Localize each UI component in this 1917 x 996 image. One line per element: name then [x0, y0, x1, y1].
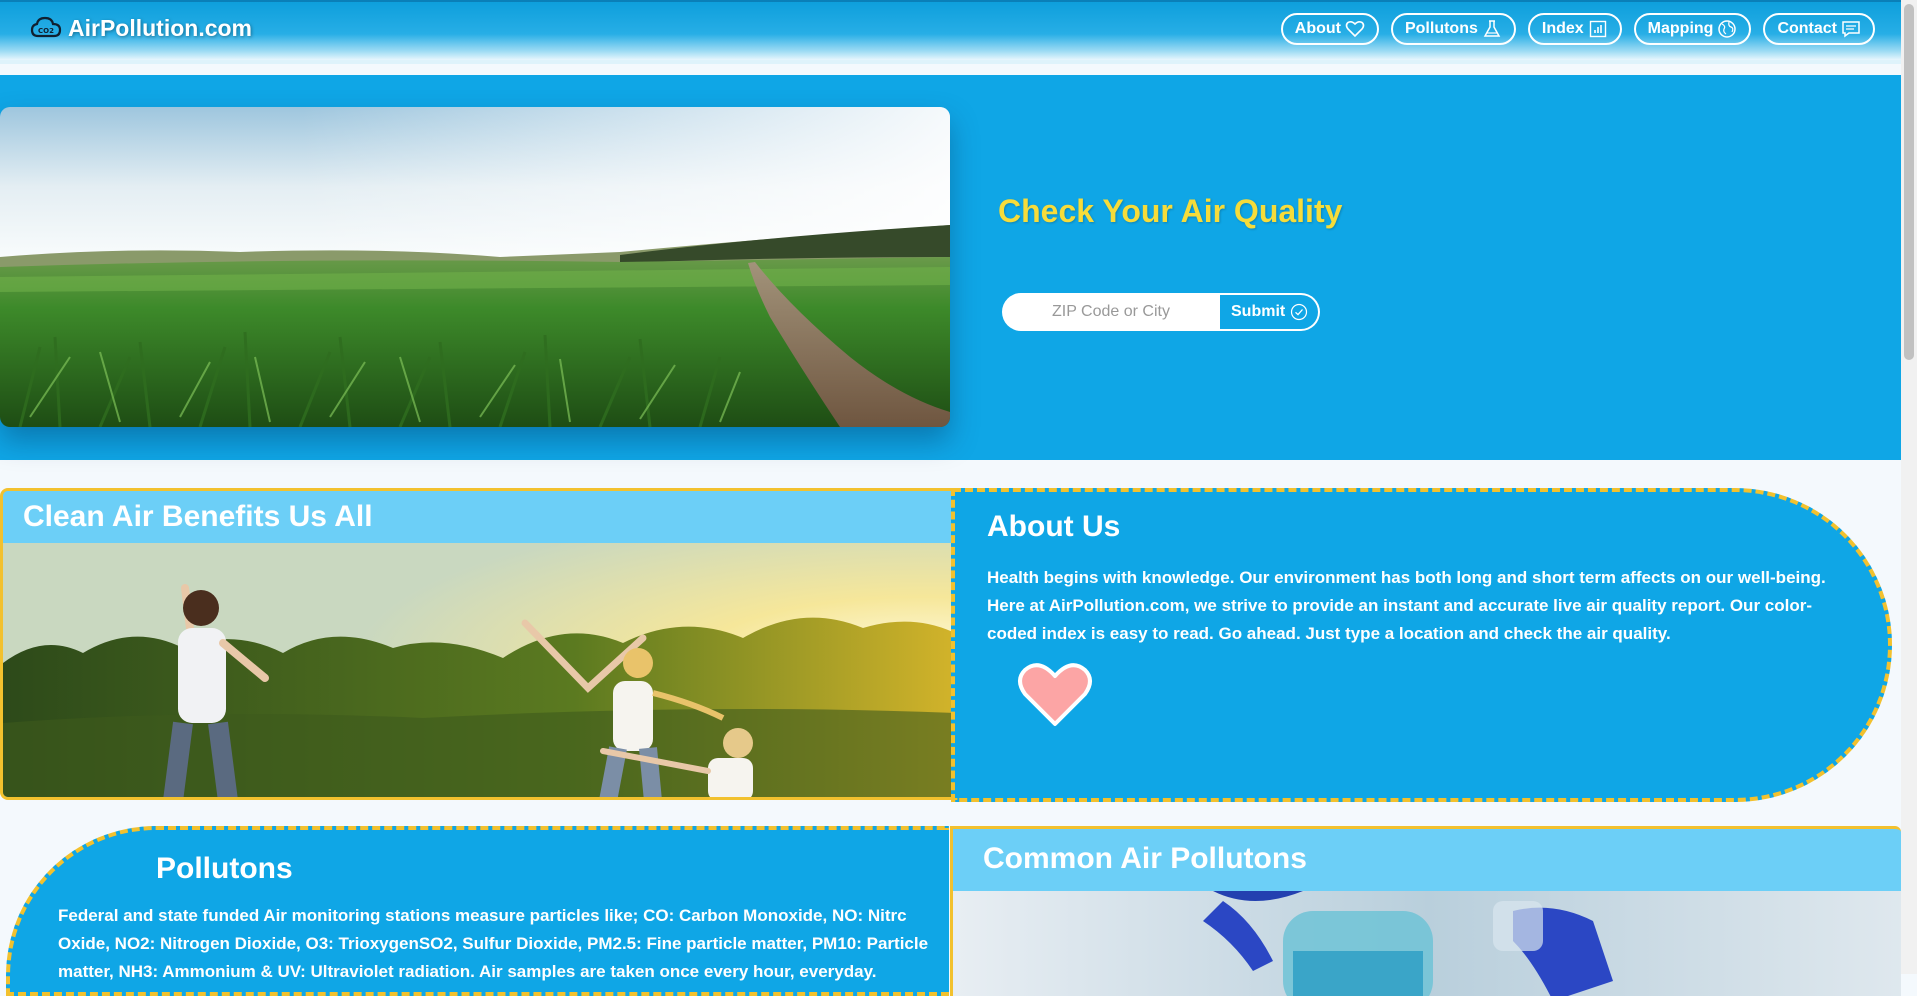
nav-pollutons-label: Pollutons — [1404, 20, 1478, 37]
hero-title: Check Your Air Quality — [998, 193, 1343, 229]
page-scrollbar[interactable] — [1901, 0, 1917, 974]
brand[interactable]: CO2 AirPollution.com — [30, 14, 252, 42]
pollutons-text: Federal and state funded Air monitoring … — [58, 906, 929, 981]
heart-icon — [1345, 20, 1365, 38]
nav-contact-label: Contact — [1777, 20, 1837, 37]
navbar-divider — [0, 60, 1901, 64]
pollutons-title: Pollutons — [156, 852, 293, 885]
family-playing-outdoors-photo — [3, 543, 952, 797]
about-us-card: About Us Health begins with knowledge. O… — [951, 488, 1892, 802]
grass-field-photo — [0, 107, 950, 427]
globe-icon — [1718, 20, 1737, 38]
about-title: About Us — [987, 510, 1121, 543]
clean-air-title: Clean Air Benefits Us All — [3, 491, 952, 543]
air-quality-search-form: Submit — [1002, 293, 1321, 331]
submit-button[interactable]: Submit — [1220, 293, 1321, 331]
nav-about-label: About — [1294, 20, 1341, 37]
nav-pollutons-button[interactable]: Pollutons — [1390, 13, 1516, 45]
zip-city-input[interactable] — [1002, 293, 1220, 331]
bar-chart-icon — [1589, 20, 1606, 38]
pollutons-card: Pollutons Federal and state funded Air m… — [6, 826, 949, 996]
lab-scientist-photo — [953, 891, 1901, 996]
nav-contact-button[interactable]: Contact — [1763, 13, 1875, 45]
brand-name: AirPollution.com — [68, 14, 252, 41]
co2-cloud-icon: CO2 — [30, 16, 62, 38]
common-pollutons-title: Common Air Pollutons — [983, 842, 1307, 875]
nav-about-button[interactable]: About — [1280, 13, 1379, 45]
hero-section: Check Your Air Quality Submit — [0, 75, 1901, 460]
common-pollutons-card: Common Air Pollutons — [950, 826, 1901, 996]
scrollbar-thumb[interactable] — [1904, 4, 1914, 360]
about-text: Health begins with knowledge. Our enviro… — [987, 568, 1826, 643]
nav-index-button[interactable]: Index — [1527, 13, 1622, 45]
clean-air-card: Clean Air Benefits Us All — [0, 488, 952, 800]
nav-mapping-button[interactable]: Mapping — [1633, 13, 1752, 45]
top-navbar: CO2 AirPollution.com About Pollutons Ind… — [0, 0, 1901, 60]
heart-icon — [1018, 663, 1092, 726]
nav-mapping-label: Mapping — [1647, 20, 1714, 37]
main-nav: About Pollutons Index Mapping Contact — [1280, 13, 1875, 45]
nav-index-label: Index — [1541, 20, 1584, 37]
submit-label: Submit — [1231, 303, 1286, 320]
flask-icon — [1483, 20, 1501, 37]
chat-icon — [1842, 21, 1860, 38]
check-circle-icon — [1291, 303, 1308, 321]
logo-text: CO2 — [38, 27, 54, 35]
